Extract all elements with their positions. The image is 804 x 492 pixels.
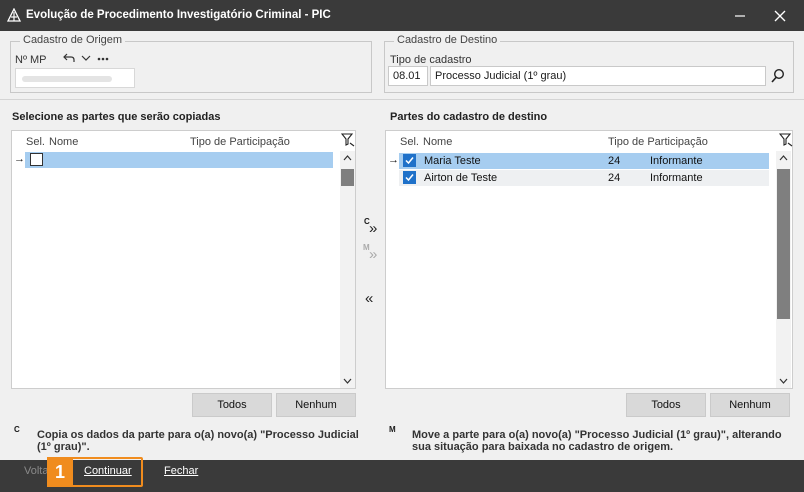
close-icon (774, 10, 786, 21)
scroll-up-icon[interactable] (779, 155, 788, 161)
origem-legend: Cadastro de Origem (20, 34, 126, 46)
left-row-marker: → (14, 153, 25, 165)
checkmark-icon (405, 174, 414, 182)
right-panel-title: Partes do cadastro de destino (390, 111, 548, 123)
copy-hint-line-2: (1º grau)". (37, 441, 90, 453)
right-scrollbar[interactable] (776, 151, 791, 388)
minimize-button[interactable] (720, 0, 760, 31)
undo-icon[interactable] (63, 53, 75, 63)
copy-hint-letter: C (14, 425, 20, 434)
close-button[interactable] (760, 0, 800, 31)
scroll-down-icon[interactable] (343, 378, 352, 384)
tipo-cadastro-label: Tipo de cadastro (390, 54, 472, 66)
destino-legend: Cadastro de Destino (394, 34, 501, 46)
left-col-tipo[interactable]: Tipo de Participação (190, 136, 290, 148)
right-row-codigo: 24 (608, 172, 621, 184)
copy-to-destination-icon[interactable]: » (369, 220, 377, 237)
left-panel-title: Selecione as partes que serão copiadas (12, 111, 221, 123)
right-col-sel[interactable]: Sel. (400, 136, 419, 148)
left-grid: Sel. Nome Tipo de Participação → (11, 130, 356, 389)
step-badge: 1 (47, 457, 73, 487)
search-icon[interactable] (770, 68, 786, 84)
left-filter-icon[interactable] (341, 133, 355, 147)
title-bar: Evolução de Procedimento Investigatório … (0, 0, 804, 31)
checkmark-icon (405, 157, 414, 165)
more-options-icon[interactable] (97, 57, 109, 61)
left-row-checkbox[interactable] (30, 153, 43, 166)
move-hint-line-1: Move a parte para o(a) novo(a) "Processo… (412, 429, 782, 441)
right-col-nome[interactable]: Nome (423, 136, 452, 148)
left-todos-button[interactable]: Todos (192, 393, 272, 417)
right-row-nome: Airton de Teste (424, 172, 498, 184)
scroll-down-icon[interactable] (779, 378, 788, 384)
app-logo-icon (7, 8, 21, 22)
left-scroll-thumb[interactable] (341, 169, 354, 186)
left-scrollbar[interactable] (340, 151, 355, 388)
left-col-sel[interactable]: Sel. (26, 136, 45, 148)
right-scroll-thumb[interactable] (777, 169, 790, 319)
mp-label: Nº MP (15, 54, 47, 66)
tipo-name-field[interactable]: Processo Judicial (1º grau) (430, 66, 766, 86)
right-col-tipo[interactable]: Tipo de Participação (608, 136, 708, 148)
right-row-tipo: Informante (650, 155, 703, 167)
move-back-icon[interactable]: « (365, 290, 373, 307)
minimize-icon (735, 14, 745, 17)
right-row-checkbox[interactable] (403, 171, 416, 184)
move-hint-line-2: sua situação para baixada no cadastro de… (412, 441, 674, 453)
mp-value-field[interactable] (15, 68, 135, 88)
fechar-button[interactable]: Fechar (164, 465, 198, 477)
section-divider (0, 99, 804, 100)
tipo-code-field[interactable]: 08.01 (388, 66, 428, 86)
right-row-codigo: 24 (608, 155, 621, 167)
right-grid: Sel. Nome Tipo de Participação → Maria T… (385, 130, 793, 389)
copy-hint: Copia os dados da parte para o(a) novo(a… (37, 429, 359, 453)
right-row-checkbox[interactable] (403, 154, 416, 167)
window-title: Evolução de Procedimento Investigatório … (26, 9, 331, 21)
chevron-down-icon[interactable] (81, 54, 91, 62)
left-col-nome[interactable]: Nome (49, 136, 78, 148)
move-to-destination-icon[interactable]: » (369, 246, 377, 263)
left-nenhum-button[interactable]: Nenhum (276, 393, 356, 417)
right-row-tipo: Informante (650, 172, 703, 184)
left-table-row[interactable] (25, 152, 333, 168)
right-nenhum-button[interactable]: Nenhum (710, 393, 790, 417)
right-filter-icon[interactable] (779, 133, 793, 147)
scroll-up-icon[interactable] (343, 155, 352, 161)
right-row-nome: Maria Teste (424, 155, 481, 167)
move-hint: Move a parte para o(a) novo(a) "Processo… (412, 429, 782, 453)
right-row-marker: → (388, 154, 399, 166)
right-todos-button[interactable]: Todos (626, 393, 706, 417)
move-hint-letter: M (389, 425, 396, 434)
copy-hint-line-1: Copia os dados da parte para o(a) novo(a… (37, 429, 359, 441)
